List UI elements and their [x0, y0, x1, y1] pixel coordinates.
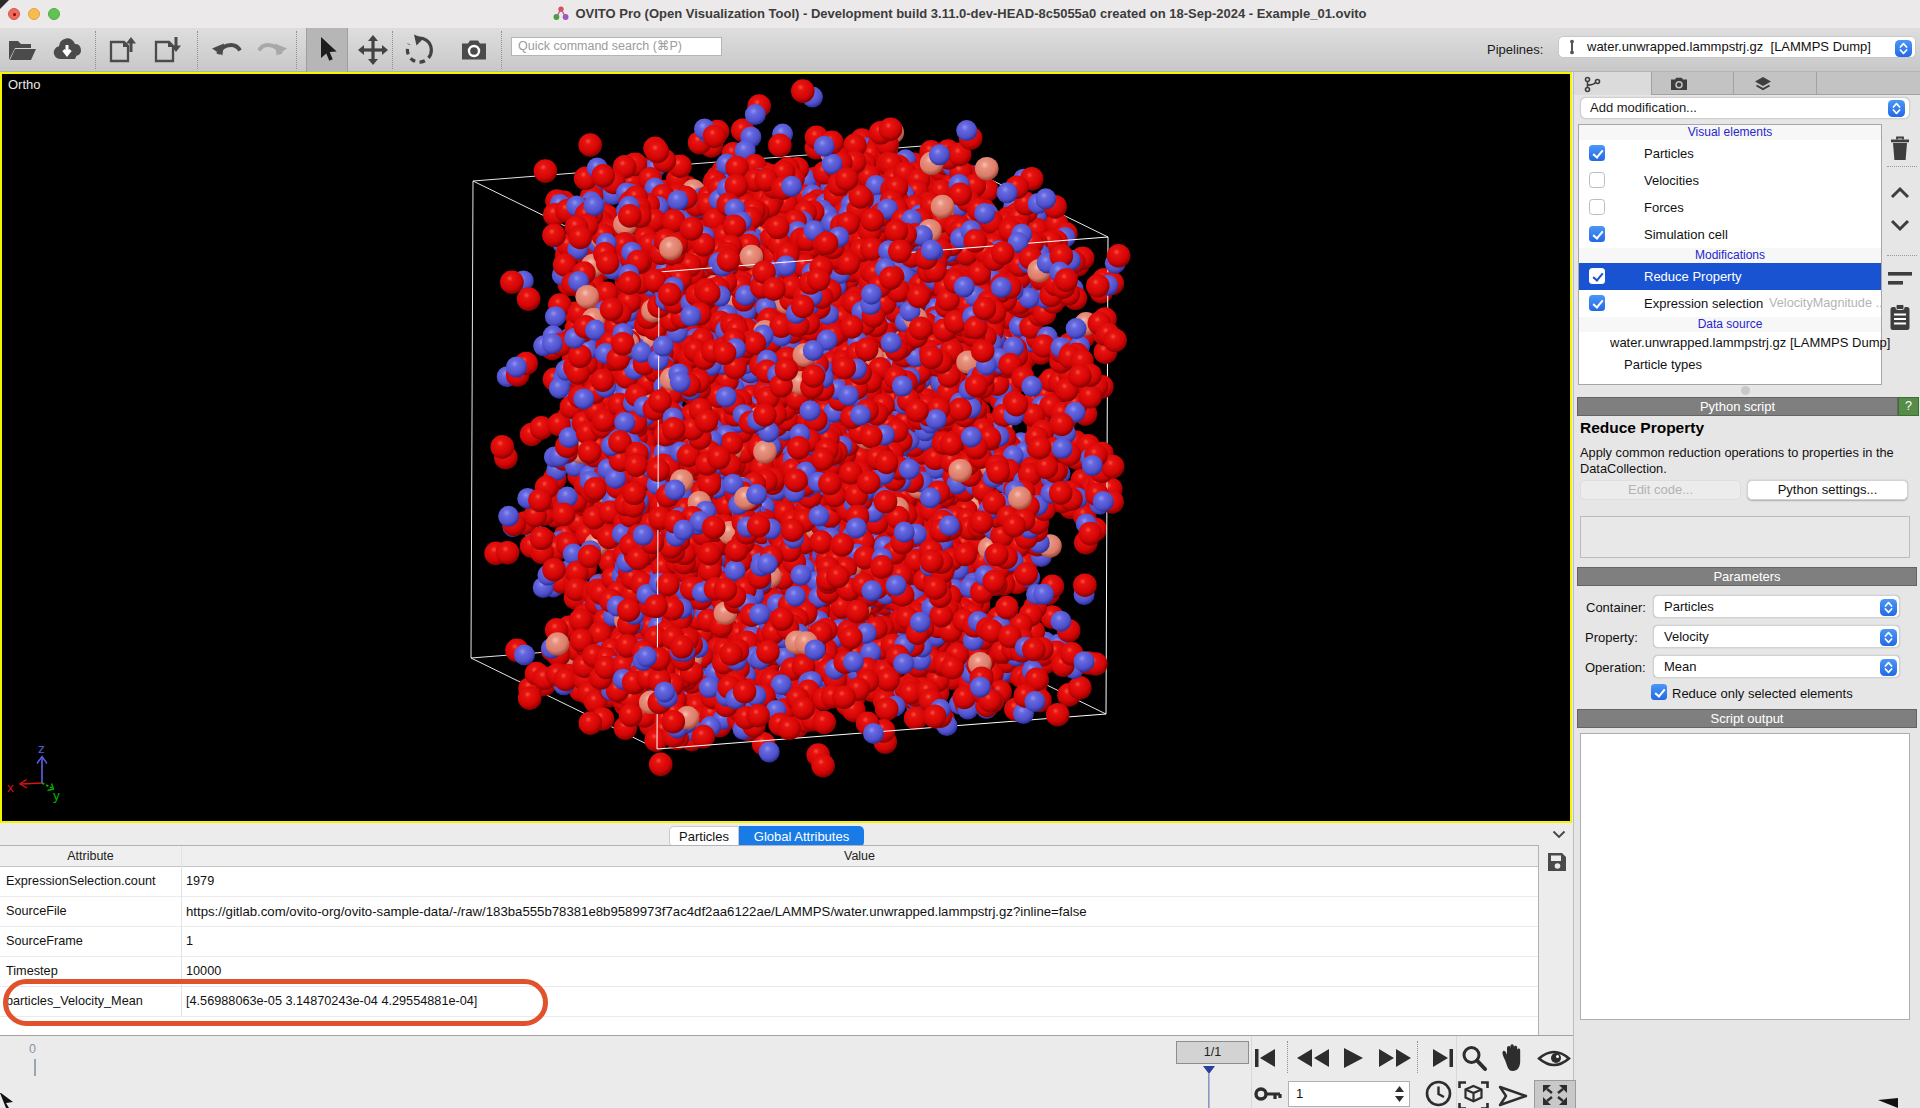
- svg-text:x: x: [7, 780, 14, 795]
- svg-text:y: y: [53, 788, 60, 803]
- svg-text:z: z: [38, 741, 45, 756]
